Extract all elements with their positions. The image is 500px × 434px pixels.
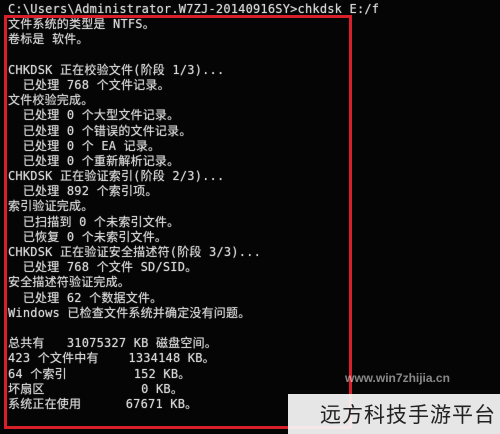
brand-watermark-text: 远方科技手游平台 bbox=[320, 403, 496, 427]
brand-watermark: 远方科技手游平台 bbox=[288, 394, 500, 434]
command-prompt-window: C:\Users\Administrator.W7ZJ-20140916SY>c… bbox=[0, 0, 500, 434]
highlight-frame bbox=[4, 15, 352, 429]
site-watermark: www.win7zhijia.cn bbox=[345, 371, 450, 385]
